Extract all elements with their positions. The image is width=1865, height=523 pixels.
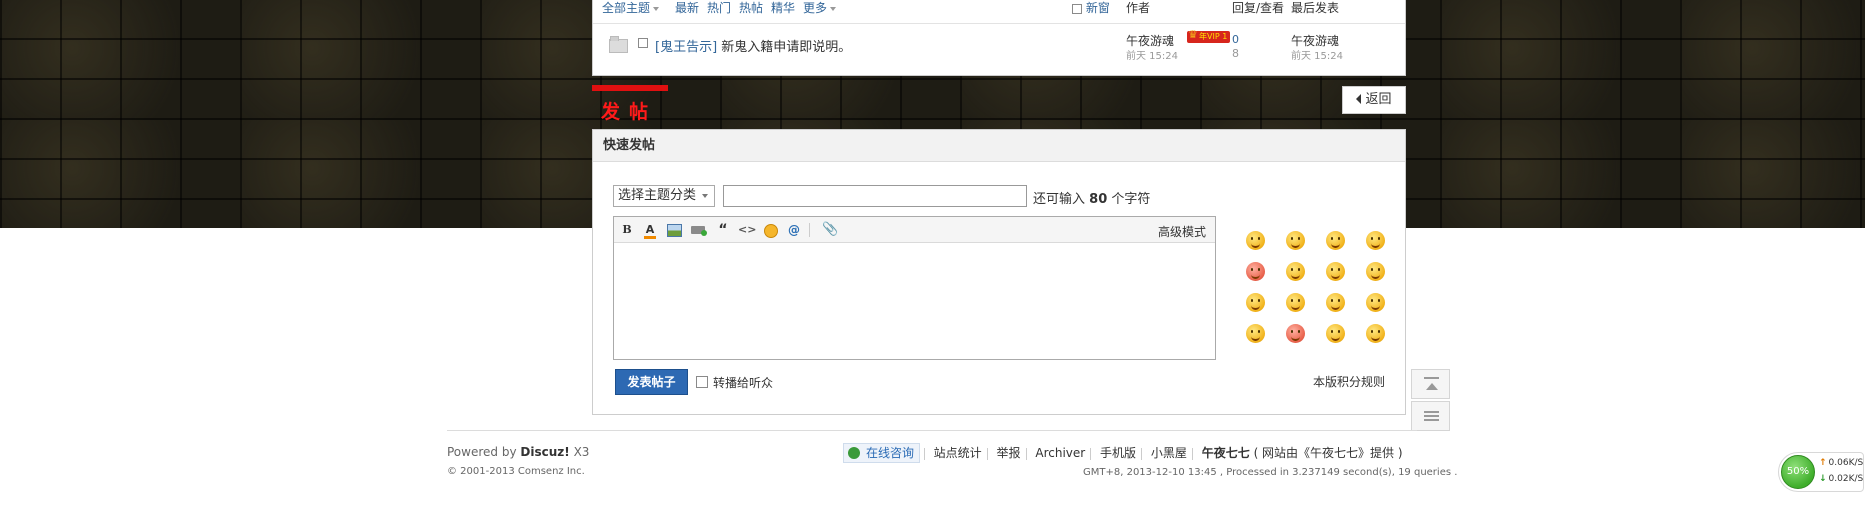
smiley-icon[interactable] (1326, 324, 1345, 343)
topic-type-select[interactable]: 选择主题分类 (613, 185, 715, 207)
chars-remaining-count: 80 (1089, 192, 1108, 207)
folder-icon[interactable] (609, 36, 628, 53)
credit-rules-link[interactable]: 本版积分规则 (1313, 373, 1385, 390)
broadcast-checkbox[interactable] (696, 376, 708, 388)
thread-title-link[interactable]: 新鬼入籍申请即说明。 (721, 40, 851, 55)
new-post-button[interactable]: 发帖 (592, 85, 668, 123)
site-name-link[interactable]: 午夜七七 ( 网站由《午夜七七》提供 ) (1197, 443, 1408, 463)
tab-all-topics[interactable]: 全部主题 (602, 0, 660, 16)
last-post-date[interactable]: 前天 15:24 (1291, 47, 1343, 62)
copyright: © 2001-2013 Comsenz Inc. (447, 466, 585, 477)
smiley-icon[interactable] (1366, 324, 1385, 343)
smiley-icon[interactable] (1326, 231, 1345, 250)
network-speed-widget[interactable]: 50% 0.06K/S 0.02K/S (1778, 452, 1864, 492)
image-icon[interactable] (666, 223, 682, 237)
footer-divider (447, 430, 1417, 431)
smiley-icon[interactable] (1246, 324, 1265, 343)
report-link[interactable]: 举报 (992, 443, 1026, 463)
code-icon[interactable]: <> (738, 223, 756, 237)
editor-toolbar: B A “ <> @ 📎 高级模式 (614, 217, 1215, 243)
toolbar-divider (809, 223, 810, 237)
attachment-icon[interactable]: 📎 (822, 223, 838, 237)
tab-hot[interactable]: 热门 (707, 0, 731, 16)
smiley-icon[interactable] (762, 223, 778, 238)
thread-list-panel: 全部主题 最新 热门 热帖 精华 更多 新窗 作者 回复/查看 最后发表 [鬼王… (592, 0, 1406, 76)
discuz-link[interactable]: Discuz! (520, 445, 569, 459)
advanced-mode-link[interactable]: 高级模式 (1158, 223, 1206, 240)
chevron-down-icon (653, 6, 660, 11)
chars-remaining-hint: 还可输入 80 个字符 (1033, 192, 1151, 207)
tab-more[interactable]: 更多 (803, 0, 837, 16)
post-title-input[interactable] (723, 185, 1027, 207)
tab-digest[interactable]: 精华 (771, 0, 795, 16)
new-window-checkbox[interactable] (1072, 3, 1082, 14)
download-speed: 0.02K/S (1819, 474, 1864, 484)
smiley-icon[interactable] (1286, 324, 1305, 343)
tab-hot-threads[interactable]: 热帖 (739, 0, 763, 16)
chevron-left-icon (1356, 93, 1362, 104)
smiley-icon[interactable] (1326, 293, 1345, 312)
back-button[interactable]: 返回 (1342, 86, 1406, 114)
tab-newest[interactable]: 最新 (675, 0, 699, 16)
new-window-toggle[interactable]: 新窗 (1072, 0, 1110, 16)
broadcast-label: 转播给听众 (713, 376, 774, 390)
smiley-icon[interactable] (1246, 262, 1265, 281)
post-content-textarea[interactable] (614, 244, 1215, 360)
quick-post-panel: 快速发帖 选择主题分类 还可输入 80 个字符 B A “ <> @ 📎 高级模… (592, 129, 1406, 415)
mention-icon[interactable]: @ (786, 223, 802, 237)
chevron-down-icon (702, 194, 708, 198)
thread-list-header: 全部主题 最新 热门 热帖 精华 更多 新窗 作者 回复/查看 最后发表 (593, 0, 1405, 24)
blacklist-link[interactable]: 小黑屋 (1146, 443, 1192, 463)
site-stats-link[interactable]: 站点统计 (929, 443, 987, 463)
thread-reply-count: 0 (1232, 33, 1239, 46)
smiley-icon[interactable] (1286, 262, 1305, 281)
upload-speed: 0.06K/S (1819, 458, 1864, 468)
post-editor: B A “ <> @ 📎 高级模式 (613, 216, 1216, 360)
thread-title: [鬼王告示] 新鬼入籍申请即说明。 (655, 36, 851, 55)
archiver-link[interactable]: Archiver (1030, 443, 1090, 463)
font-color-icon[interactable]: A (642, 223, 658, 239)
back-to-list-button[interactable] (1411, 401, 1450, 431)
footer-links: 在线咨询 站点统计 举报 Archiver 手机版 小黑屋 午夜七七 ( 网站由… (843, 443, 1408, 463)
media-icon[interactable] (691, 223, 707, 237)
network-usage-gauge: 50% (1781, 455, 1815, 489)
thread-row: [鬼王告示] 新鬼入籍申请即说明。 午夜游魂 年VIP 1 前天 15:24 0… (593, 26, 1405, 64)
smiley-icon[interactable] (1366, 231, 1385, 250)
thread-author-date: 前天 15:24 (1126, 51, 1178, 62)
smiley-icon[interactable] (1326, 262, 1345, 281)
column-last-post: 最后发表 (1291, 1, 1340, 15)
smiley-icon[interactable] (1366, 293, 1385, 312)
thread-view-count: 8 (1232, 47, 1239, 60)
quick-post-header: 快速发帖 (593, 130, 1405, 162)
chevron-down-icon (830, 6, 837, 11)
smiley-icon[interactable] (1286, 293, 1305, 312)
thread-category-link[interactable]: [鬼王告示] (655, 40, 717, 55)
smiley-icon[interactable] (1366, 262, 1385, 281)
scroll-to-top-button[interactable] (1411, 369, 1450, 399)
thread-select-checkbox[interactable] (638, 38, 648, 48)
submit-post-button[interactable]: 发表帖子 (615, 369, 688, 395)
vip-badge: 年VIP 1 (1187, 29, 1231, 43)
quote-icon[interactable]: “ (715, 223, 731, 237)
bold-icon[interactable]: B (619, 223, 635, 237)
powered-by: Powered by Discuz! X3 (447, 445, 590, 459)
smiley-icon[interactable] (1246, 293, 1265, 312)
smiley-icon[interactable] (1286, 231, 1305, 250)
smiley-icon[interactable] (1246, 231, 1265, 250)
column-replies-views: 回复/查看 (1232, 1, 1285, 15)
online-consult-button[interactable]: 在线咨询 (843, 443, 921, 463)
server-time-info: GMT+8, 2013-12-10 13:45 , Processed in 3… (1083, 467, 1458, 478)
mobile-link[interactable]: 手机版 (1095, 443, 1141, 463)
column-author: 作者 (1126, 1, 1151, 15)
